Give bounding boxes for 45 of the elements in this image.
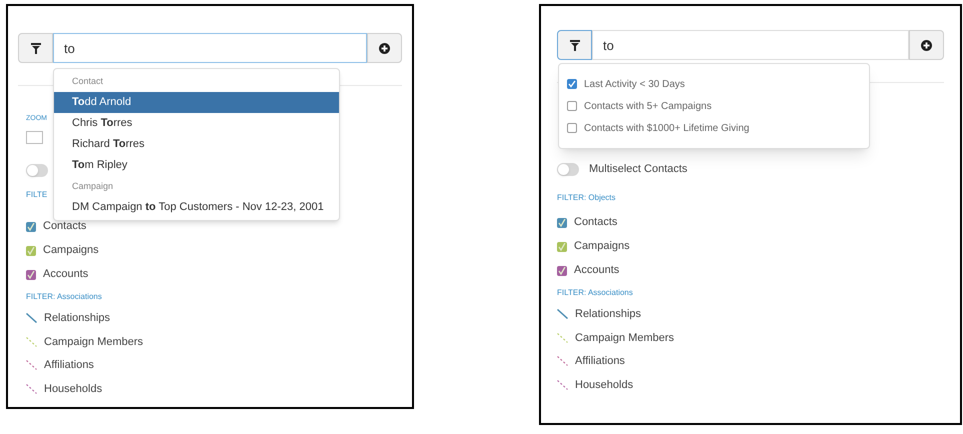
association-label: Relationships xyxy=(575,307,642,322)
checkbox-label: Campaigns xyxy=(574,239,630,254)
toggle-label: Multiselect Contacts xyxy=(589,162,688,177)
association-label: Campaign Members xyxy=(44,334,144,350)
checkbox-label: Contacts with 5+ Campaigns xyxy=(584,100,712,114)
section-heading: FILTER: Objects xyxy=(557,192,616,204)
association-label: Affiliations xyxy=(44,358,94,373)
add-button[interactable] xyxy=(909,30,944,60)
association-label: Affiliations xyxy=(575,354,625,369)
filter-icon xyxy=(30,42,40,54)
toggle-switch[interactable] xyxy=(26,164,48,176)
checkbox-label: Accounts xyxy=(43,267,88,282)
plus-circle-icon xyxy=(921,40,932,50)
association-label: Campaign Members xyxy=(575,330,674,346)
section-heading: FILTE xyxy=(26,188,48,200)
checkbox-label: Accounts xyxy=(574,263,620,278)
filter-button[interactable] xyxy=(18,33,53,63)
association-label: Relationships xyxy=(44,311,110,326)
suggestion-item[interactable]: Todd Arnold xyxy=(54,92,339,113)
plus-circle-icon xyxy=(379,42,390,54)
search-field[interactable]: to xyxy=(592,30,909,60)
checkbox[interactable] xyxy=(567,101,577,111)
suggestion-item[interactable]: Richard Torres xyxy=(54,134,339,155)
association-label: Households xyxy=(44,382,102,396)
filter-icon xyxy=(570,40,580,50)
checkbox-label: Contacts with $1000+ Lifetime Giving xyxy=(584,122,750,136)
group-heading: Contact xyxy=(71,74,104,88)
checkbox[interactable] xyxy=(567,123,577,133)
checkbox[interactable] xyxy=(567,79,577,89)
checkbox-label: Contacts xyxy=(43,219,86,234)
suggestion-item[interactable]: Chris Torres xyxy=(54,113,339,134)
section-heading: FILTER: Associations xyxy=(557,286,633,298)
toggle-switch[interactable] xyxy=(557,162,579,176)
section-heading: FILTER: Associations xyxy=(26,290,102,302)
suggestion-item[interactable]: DM Campaign to Top Customers - Nov 12-23, 2001 xyxy=(54,197,339,218)
group-heading: Campaign xyxy=(71,180,114,193)
suggestion-item[interactable]: Tom Ripley xyxy=(54,155,339,176)
filter-button[interactable] xyxy=(557,30,592,60)
checkbox-label: Campaigns xyxy=(43,243,99,258)
association-label: Households xyxy=(575,378,634,392)
add-button[interactable] xyxy=(367,33,402,63)
checkbox-label: Last Activity < 30 Days xyxy=(584,78,685,92)
checkbox-label: Contacts xyxy=(574,215,618,230)
search-field[interactable]: to xyxy=(53,33,367,63)
zoom-field[interactable] xyxy=(26,130,43,144)
